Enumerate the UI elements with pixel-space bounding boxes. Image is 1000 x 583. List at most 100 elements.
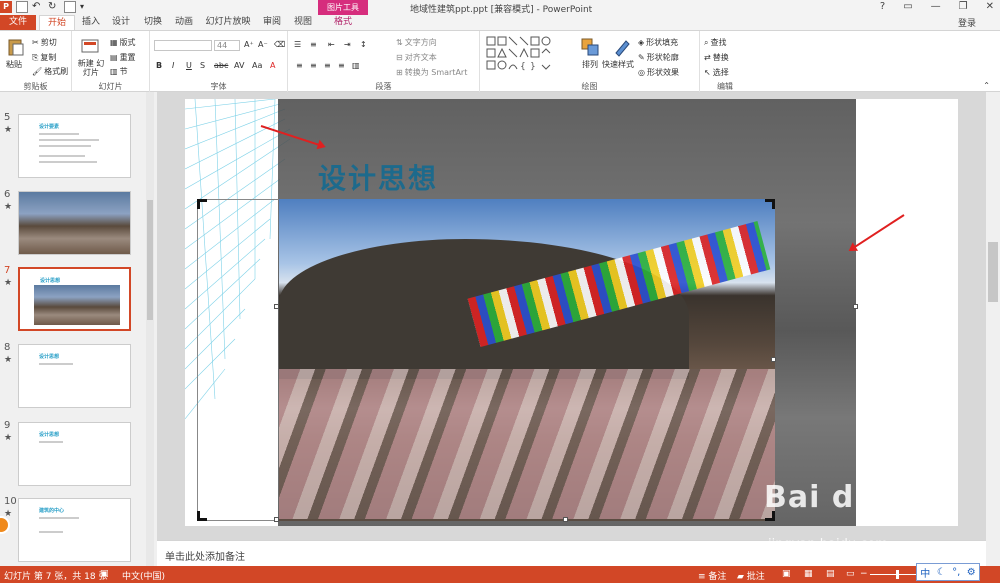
resize-handle-middle-right[interactable] (771, 357, 776, 362)
cut-button[interactable]: ✂ 剪切 (32, 37, 57, 48)
char-spacing-icon[interactable]: AV (234, 61, 244, 70)
login-link[interactable]: 登录 (958, 16, 976, 29)
tab-home[interactable]: 开始 (39, 15, 75, 30)
reading-view-icon[interactable]: ▤ (826, 569, 835, 579)
slideshow-view-icon[interactable]: ▭ (846, 569, 855, 579)
shape-outline-button[interactable]: ✎ 形状轮廓 (638, 52, 679, 63)
tab-animations[interactable]: 动画 (171, 15, 197, 30)
columns-icon[interactable]: ▥ (352, 61, 360, 70)
arrange-icon[interactable] (580, 37, 600, 57)
save-icon[interactable] (16, 1, 28, 13)
new-slide-icon[interactable] (80, 37, 100, 57)
bullets-icon[interactable]: ☰ (294, 40, 301, 49)
tab-slideshow[interactable]: 幻灯片放映 (205, 15, 251, 30)
shapes-gallery[interactable]: { } (486, 35, 574, 75)
shrink-font-icon[interactable]: A⁻ (258, 40, 268, 49)
crop-handle-top-left[interactable] (197, 199, 207, 209)
slide-thumbnail-10[interactable]: 建筑的中心 (18, 498, 131, 562)
line-spacing-icon[interactable]: ↕ (360, 40, 367, 49)
zoom-out-icon[interactable]: − (860, 569, 868, 579)
shape-effects-button[interactable]: ◎ 形状效果 (638, 67, 679, 78)
moon-icon[interactable]: ☾ (937, 567, 946, 578)
resize-handle-bottom-middle[interactable] (563, 517, 568, 522)
strikethrough-icon[interactable]: abc (214, 61, 228, 70)
paste-button[interactable]: 粘贴 (6, 59, 22, 70)
crop-handle-bottom-left[interactable] (197, 511, 207, 521)
format-painter-button[interactable]: 🖌 格式刷 (32, 66, 68, 77)
align-right-icon[interactable]: ≡ (324, 61, 331, 70)
ime-toolbar[interactable]: 中 ☾ °, ⚙ (916, 563, 980, 581)
crop-handle-top-right[interactable] (765, 199, 775, 209)
tab-view[interactable]: 视图 (290, 15, 316, 30)
undo-icon[interactable]: ↶ (32, 1, 44, 13)
spellcheck-icon[interactable]: ▣ (100, 569, 109, 579)
collapse-ribbon-icon[interactable]: ⌃ (983, 81, 990, 90)
restore-button[interactable]: ❐ (959, 1, 968, 12)
resize-handle-right[interactable] (853, 304, 858, 309)
arrange-button[interactable]: 排列 (582, 59, 598, 70)
bold-icon[interactable]: B (156, 61, 162, 70)
justify-icon[interactable]: ≡ (338, 61, 345, 70)
zoom-slider[interactable] (870, 570, 920, 579)
shape-fill-button[interactable]: ◈ 形状填充 (638, 37, 678, 48)
tab-file[interactable]: 文件 (0, 15, 36, 30)
editor-scrollbar[interactable] (986, 92, 1000, 540)
ime-language[interactable]: 中 (920, 565, 930, 580)
italic-icon[interactable]: I (172, 61, 174, 70)
resize-handle-left[interactable] (274, 304, 279, 309)
minimize-button[interactable]: — (931, 1, 941, 12)
clear-format-icon[interactable]: ⌫ (274, 40, 285, 49)
scrollbar-thumb[interactable] (988, 242, 998, 302)
tab-insert[interactable]: 插入 (78, 15, 104, 30)
section-button[interactable]: ▥ 节 (110, 66, 128, 77)
quick-styles-button[interactable]: 快速样式 (602, 59, 634, 70)
tab-review[interactable]: 审阅 (259, 15, 285, 30)
normal-view-icon[interactable]: ▣ (782, 569, 791, 579)
close-button[interactable]: ✕ (986, 1, 994, 12)
new-slide-button[interactable]: 新建 幻灯片 (76, 59, 106, 77)
increase-indent-icon[interactable]: ⇥ (344, 40, 351, 49)
redo-icon[interactable]: ↻ (48, 1, 60, 13)
language-indicator[interactable]: 中文(中国) (122, 569, 165, 582)
slide-thumbnail-8[interactable]: 设计思想 (18, 344, 131, 408)
numbering-icon[interactable]: ≡ (310, 40, 317, 49)
align-center-icon[interactable]: ≡ (310, 61, 317, 70)
quick-styles-icon[interactable] (612, 37, 632, 57)
grow-font-icon[interactable]: A⁺ (244, 40, 254, 49)
punctuation-icon[interactable]: °, (952, 567, 960, 578)
scrollbar-thumb[interactable] (147, 200, 153, 320)
copy-button[interactable]: ⎘ 复制 (32, 52, 56, 63)
smartart-button[interactable]: ⊞ 转换为 SmartArt (396, 67, 467, 78)
ribbon-display-button[interactable]: ▭ (903, 1, 912, 12)
font-family-box[interactable] (154, 40, 212, 51)
slide-thumbnail-5[interactable]: 设计要素 (18, 114, 131, 178)
slide-sorter-icon[interactable]: ▦ (804, 569, 813, 579)
layout-button[interactable]: ▦ 版式 (110, 37, 136, 48)
help-button[interactable]: ? (880, 1, 885, 12)
picture-prayer-flags[interactable] (279, 199, 775, 521)
tab-design[interactable]: 设计 (108, 15, 134, 30)
tab-format[interactable]: 格式 (328, 15, 358, 30)
slide-thumbnail-9[interactable]: 设计思想 (18, 422, 131, 486)
font-size-box[interactable]: 44 (214, 40, 240, 51)
slide-title[interactable]: 设计思想 (318, 157, 438, 197)
decrease-indent-icon[interactable]: ⇤ (328, 40, 335, 49)
comments-toggle-button[interactable]: ▰ 批注 (737, 569, 765, 582)
slide-canvas[interactable]: 设计思想 (185, 99, 958, 526)
shadow-icon[interactable]: S (200, 61, 205, 70)
notes-toggle-button[interactable]: ≡ 备注 (698, 569, 726, 582)
find-button[interactable]: ⌕ 查找 (704, 37, 726, 48)
tab-transitions[interactable]: 切换 (140, 15, 166, 30)
text-direction-button[interactable]: ⇅ 文字方向 (396, 37, 437, 48)
slide-thumbnail-7[interactable]: 设计思想 (18, 267, 131, 331)
slide-thumbnail-6[interactable] (18, 191, 131, 255)
change-case-icon[interactable]: Aa (252, 61, 262, 70)
thumbnails-scrollbar[interactable] (146, 92, 154, 566)
font-color-icon[interactable]: A (270, 61, 275, 70)
align-text-button[interactable]: ⊟ 对齐文本 (396, 52, 437, 63)
paste-icon[interactable] (6, 37, 26, 57)
reset-button[interactable]: ▤ 重置 (110, 52, 136, 63)
underline-icon[interactable]: U (186, 61, 192, 70)
align-left-icon[interactable]: ≡ (296, 61, 303, 70)
start-slideshow-icon[interactable] (64, 1, 76, 13)
